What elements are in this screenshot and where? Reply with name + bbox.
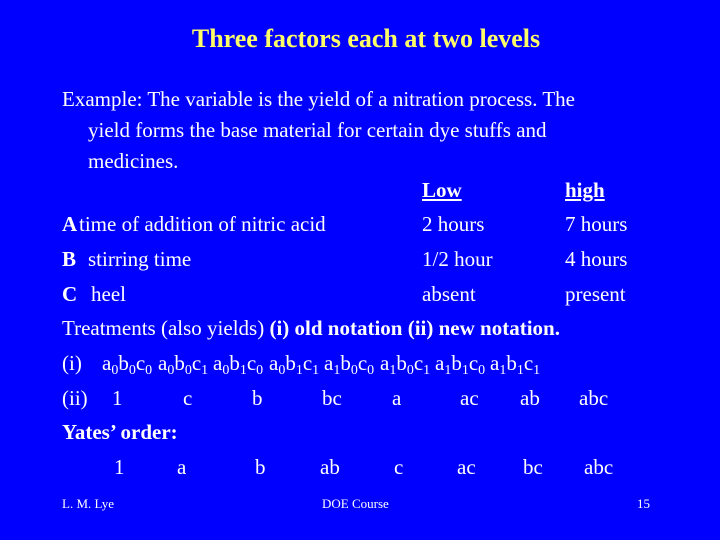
new-notation-label: (ii) — [62, 386, 88, 410]
factor-high-value: 4 hours — [565, 247, 628, 271]
factor-high-value: present — [565, 282, 626, 306]
factor-high-value: 7 hours — [565, 212, 628, 236]
factor-low-value: 2 hours — [422, 212, 485, 236]
old-notation-item: a0b1c0 — [213, 351, 264, 378]
low-header: Low — [422, 178, 462, 202]
high-header: high — [565, 178, 605, 202]
old-notation-item: a0b1c1 — [269, 351, 320, 378]
yates-order-item: ab — [320, 455, 340, 479]
factor-letter: B — [62, 247, 77, 271]
intro-paragraph: Example: The variable is the yield of a … — [62, 84, 662, 177]
factor-name: stirring time — [88, 247, 192, 271]
treatments-prefix: Treatments (also yields) — [62, 316, 265, 340]
treatments-line: Treatments (also yields) (i) old notatio… — [62, 313, 560, 343]
yates-order-item: ac — [457, 455, 476, 479]
new-notation-item: abc — [579, 386, 609, 410]
footer-page-number: 15 — [637, 496, 650, 511]
factor-low-value: absent — [422, 282, 476, 306]
new-notation-item: c — [183, 386, 193, 410]
old-notation-label: (i) — [62, 351, 82, 375]
factor-letter: C — [62, 282, 78, 306]
slide-title: Three factors each at two levels — [191, 24, 541, 53]
factor-letter: A — [62, 212, 78, 236]
yates-order-item: b — [255, 455, 266, 479]
yates-order-item: 1 — [114, 455, 125, 479]
yates-order-item: a — [177, 455, 187, 479]
footer-course: DOE Course — [322, 496, 389, 511]
intro-line-3: medicines. — [88, 149, 179, 173]
new-notation-item: a — [392, 386, 402, 410]
intro-line-1: Example: The variable is the yield of a … — [62, 87, 575, 111]
factor-name: time of addition of nitric acid — [79, 212, 326, 236]
yates-order-item: abc — [584, 455, 614, 479]
old-notation-item: a1b0c0 — [324, 351, 375, 378]
old-notation-item: a1b0c1 — [380, 351, 431, 378]
factor-name: heel — [91, 282, 126, 306]
footer-author: L. M. Lye — [62, 496, 114, 511]
old-notation-item: a0b0c0 — [102, 351, 153, 378]
yates-label: Yates’ order: — [62, 420, 178, 444]
new-notation-item: 1 — [112, 386, 123, 410]
new-notation-item: bc — [322, 386, 342, 410]
new-notation-item: ab — [520, 386, 540, 410]
factor-low-value: 1/2 hour — [422, 247, 493, 271]
old-notation-item: a1b1c0 — [435, 351, 486, 378]
yates-order-item: bc — [523, 455, 543, 479]
old-notation-item: a0b0c1 — [158, 351, 209, 378]
new-notation-item: b — [252, 386, 263, 410]
new-notation-item: ac — [460, 386, 479, 410]
old-notation-item: a1b1c1 — [490, 351, 541, 378]
intro-line-2: yield forms the base material for certai… — [88, 118, 547, 142]
yates-order-item: c — [394, 455, 404, 479]
treatments-notation-note: (i) old notation (ii) new notation. — [269, 316, 560, 340]
